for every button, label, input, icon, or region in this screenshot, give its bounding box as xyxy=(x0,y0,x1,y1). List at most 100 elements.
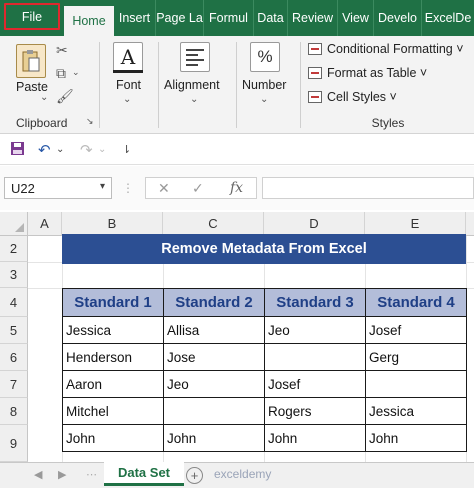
table-header-cell[interactable]: Standard 2 xyxy=(163,288,265,317)
cell-styles-button[interactable]: Cell Styles ˅ xyxy=(308,90,397,104)
table-cell[interactable]: Gerg xyxy=(365,343,467,371)
tab-formulas[interactable]: Formul xyxy=(204,0,254,36)
alignment-button[interactable]: Alignment xyxy=(164,78,220,92)
ribbon-home: Paste ⌄ ✂ ⧉ ⌄ 🖌 Clipboard ↘ A Font ⌄ Ali… xyxy=(0,36,474,134)
copy-icon[interactable]: ⧉ xyxy=(56,65,66,82)
sheet-tab-data-set[interactable]: Data Set xyxy=(104,462,184,486)
paste-dropdown-icon[interactable]: ⌄ xyxy=(40,92,48,103)
select-all-corner[interactable] xyxy=(0,212,28,236)
enter-icon[interactable]: ✓ xyxy=(192,180,204,197)
column-header-d[interactable]: D xyxy=(264,212,365,236)
row-header-2[interactable]: 2 xyxy=(0,236,28,262)
drag-handle-icon[interactable]: ⋮ xyxy=(122,181,134,195)
table-cell[interactable]: Jose xyxy=(163,343,265,371)
tab-insert[interactable]: Insert xyxy=(114,0,156,36)
cut-icon[interactable]: ✂ xyxy=(56,42,68,59)
tab-review[interactable]: Review xyxy=(288,0,338,36)
tab-developer[interactable]: Develo xyxy=(374,0,422,36)
next-sheet-icon[interactable]: ▶ xyxy=(58,468,66,481)
tab-file[interactable]: File xyxy=(4,3,60,30)
column-header-a[interactable]: A xyxy=(28,212,62,236)
table-cell[interactable]: Mitchel xyxy=(62,397,164,425)
more-sheets-icon[interactable]: ⋯ xyxy=(86,468,97,481)
tab-home[interactable]: Home xyxy=(64,6,114,36)
table-cell[interactable]: Rogers xyxy=(264,397,366,425)
table-cell[interactable] xyxy=(365,370,467,398)
undo-dropdown-icon[interactable]: ⌄ xyxy=(56,144,64,155)
row-header-8[interactable]: 8 xyxy=(0,398,28,425)
table-cell[interactable]: Jessica xyxy=(62,316,164,344)
copy-dropdown-icon[interactable]: ⌄ xyxy=(72,67,80,78)
format-as-table-label: Format as Table ˅ xyxy=(327,66,428,80)
name-box[interactable]: U22 ▾ xyxy=(4,177,112,199)
divider xyxy=(236,42,237,128)
row-header-4[interactable]: 4 xyxy=(0,288,28,317)
data-table: Standard 1 Standard 2 Standard 3 Standar… xyxy=(62,288,467,452)
insert-function-icon[interactable]: fx xyxy=(230,180,243,196)
table-cell[interactable] xyxy=(163,397,265,425)
table-cell[interactable] xyxy=(264,343,366,371)
column-header-b[interactable]: B xyxy=(62,212,163,236)
redo-dropdown-icon[interactable]: ⌄ xyxy=(98,144,106,155)
table-row: Henderson Jose Gerg xyxy=(62,343,467,371)
font-dropdown-icon[interactable]: ⌄ xyxy=(123,94,131,105)
table-cell[interactable]: Jeo xyxy=(264,316,366,344)
table-cell[interactable]: Josef xyxy=(264,370,366,398)
table-header-cell[interactable]: Standard 1 xyxy=(62,288,164,317)
undo-icon[interactable]: ↶ xyxy=(38,141,51,159)
row-header-7[interactable]: 7 xyxy=(0,371,28,398)
row-header-6[interactable]: 6 xyxy=(0,344,28,371)
align-icon[interactable] xyxy=(180,42,210,72)
table-cell[interactable]: Aaron xyxy=(62,370,164,398)
table-cell[interactable]: John xyxy=(264,424,366,452)
save-icon[interactable] xyxy=(10,141,25,160)
table-cell[interactable]: John xyxy=(62,424,164,452)
formula-input[interactable] xyxy=(262,177,474,199)
table-header-cell[interactable]: Standard 3 xyxy=(264,288,366,317)
column-header-c[interactable]: C xyxy=(163,212,264,236)
alignment-dropdown-icon[interactable]: ⌄ xyxy=(190,94,198,105)
table-cell[interactable]: Josef xyxy=(365,316,467,344)
row-header-9[interactable]: 9 xyxy=(0,425,28,462)
clipboard-group: Paste ⌄ ✂ ⧉ ⌄ 🖌 Clipboard ↘ xyxy=(0,36,96,134)
number-button[interactable]: Number xyxy=(242,78,286,92)
format-painter-icon[interactable]: 🖌 xyxy=(56,88,74,105)
table-cell[interactable]: Allisa xyxy=(163,316,265,344)
column-header-f[interactable] xyxy=(466,212,474,236)
cancel-icon[interactable]: ✕ xyxy=(158,180,170,197)
ribbon-tab-bar: File Home Insert Page La Formul Data Rev… xyxy=(0,0,474,36)
table-cell[interactable]: Jessica xyxy=(365,397,467,425)
tab-page-layout[interactable]: Page La xyxy=(156,0,204,36)
dialog-launcher-icon[interactable]: ↘ xyxy=(86,116,94,127)
column-header-e[interactable]: E xyxy=(365,212,466,236)
sheet-tab-bar: ◀ ▶ ⋯ Data Set + exceldemy xyxy=(0,462,474,488)
redo-icon[interactable]: ↷ xyxy=(80,141,93,159)
number-dropdown-icon[interactable]: ⌄ xyxy=(260,94,268,105)
table-cell[interactable]: Jeo xyxy=(163,370,265,398)
table-header-cell[interactable]: Standard 4 xyxy=(365,288,467,317)
conditional-formatting-icon xyxy=(308,43,322,55)
row-header-5[interactable]: 5 xyxy=(0,317,28,344)
tab-exceldemy[interactable]: ExcelDe xyxy=(422,0,474,36)
percent-icon[interactable]: % xyxy=(250,42,280,72)
font-icon[interactable]: A xyxy=(113,42,143,72)
font-button[interactable]: Font xyxy=(116,78,141,92)
clipboard-group-label: Clipboard xyxy=(16,116,68,130)
font-group: A Font ⌄ xyxy=(104,36,156,134)
tab-data[interactable]: Data xyxy=(254,0,288,36)
table-cell[interactable]: John xyxy=(365,424,467,452)
divider xyxy=(300,42,301,128)
customize-toolbar-icon[interactable]: ⇂ xyxy=(122,143,131,156)
table-cell[interactable]: John xyxy=(163,424,265,452)
styles-group-label: Styles xyxy=(371,116,405,130)
name-box-dropdown-icon[interactable]: ▾ xyxy=(100,181,105,192)
table-cell[interactable]: Henderson xyxy=(62,343,164,371)
conditional-formatting-button[interactable]: Conditional Formatting ˅ xyxy=(308,42,464,56)
add-sheet-icon[interactable]: + xyxy=(186,467,203,484)
row-header-3[interactable]: 3 xyxy=(0,262,28,288)
previous-sheet-icon[interactable]: ◀ xyxy=(34,468,42,481)
paste-icon[interactable] xyxy=(16,44,46,78)
tab-view[interactable]: View xyxy=(338,0,374,36)
banner-title[interactable]: Remove Metadata From Excel xyxy=(62,234,466,264)
format-as-table-button[interactable]: Format as Table ˅ xyxy=(308,66,427,80)
